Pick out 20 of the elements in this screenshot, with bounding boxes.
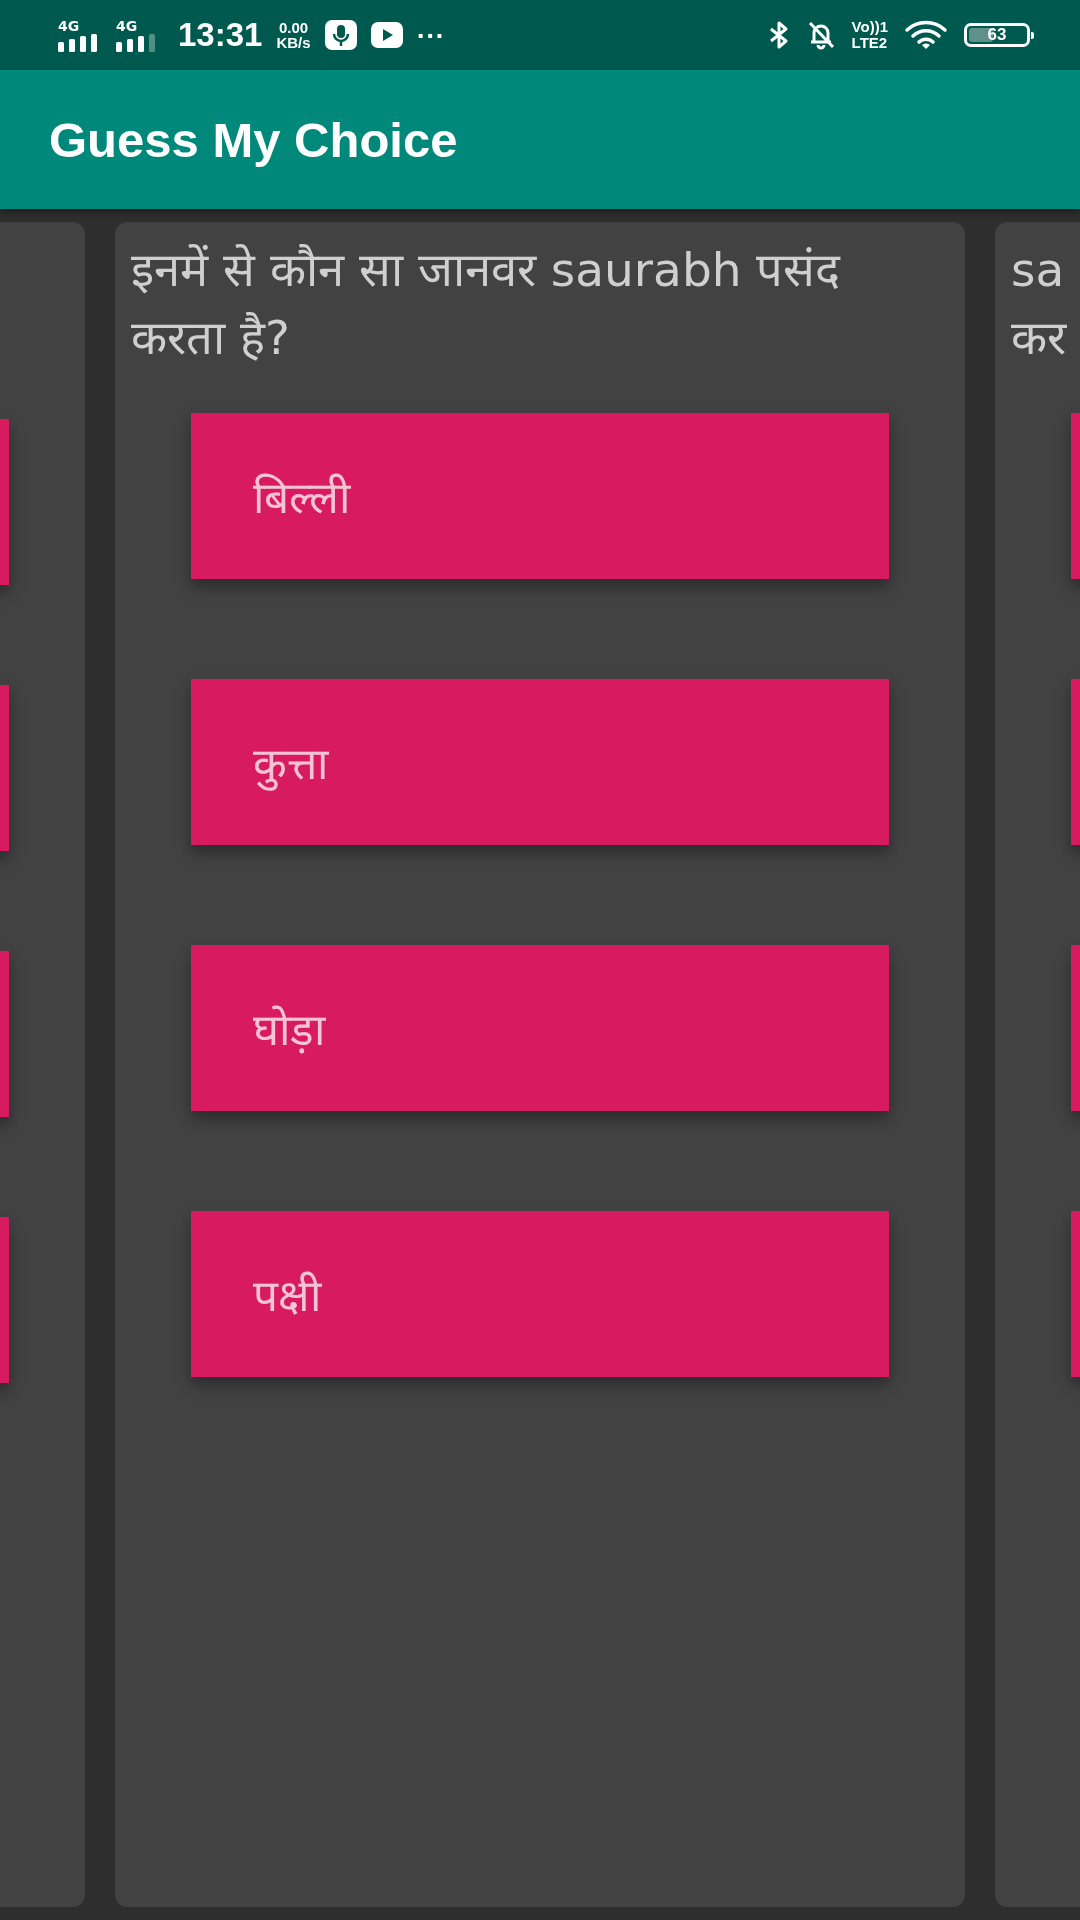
- app-title: Guess My Choice: [49, 111, 458, 168]
- question-text: कर: [1011, 309, 1068, 367]
- microphone-icon: [324, 20, 357, 50]
- play-icon: [370, 22, 403, 48]
- volte-label: Vo))1: [851, 19, 888, 35]
- answer-button[interactable]: कुत्ता: [191, 679, 889, 845]
- network-type: 4G: [116, 18, 138, 34]
- network-type: 4G: [58, 18, 80, 34]
- lte-label: LTE2: [851, 35, 888, 51]
- wifi-icon: [904, 20, 948, 50]
- bluetooth-icon: [767, 20, 790, 50]
- speed-value: 0.00: [278, 20, 309, 35]
- answer-button[interactable]: बिल्ली: [191, 413, 889, 579]
- speed-unit: KB/s: [276, 35, 311, 50]
- more-indicator: ···: [416, 22, 445, 48]
- answer-button[interactable]: घोड़ा: [191, 945, 889, 1111]
- question-text: sa: [1011, 241, 1066, 299]
- question-text: इनमें से कौन सा जानवर saurabh पसंद करता है?: [131, 241, 842, 367]
- clock: 13:31: [178, 16, 263, 54]
- answer-button[interactable]: पक्षी: [191, 1211, 889, 1377]
